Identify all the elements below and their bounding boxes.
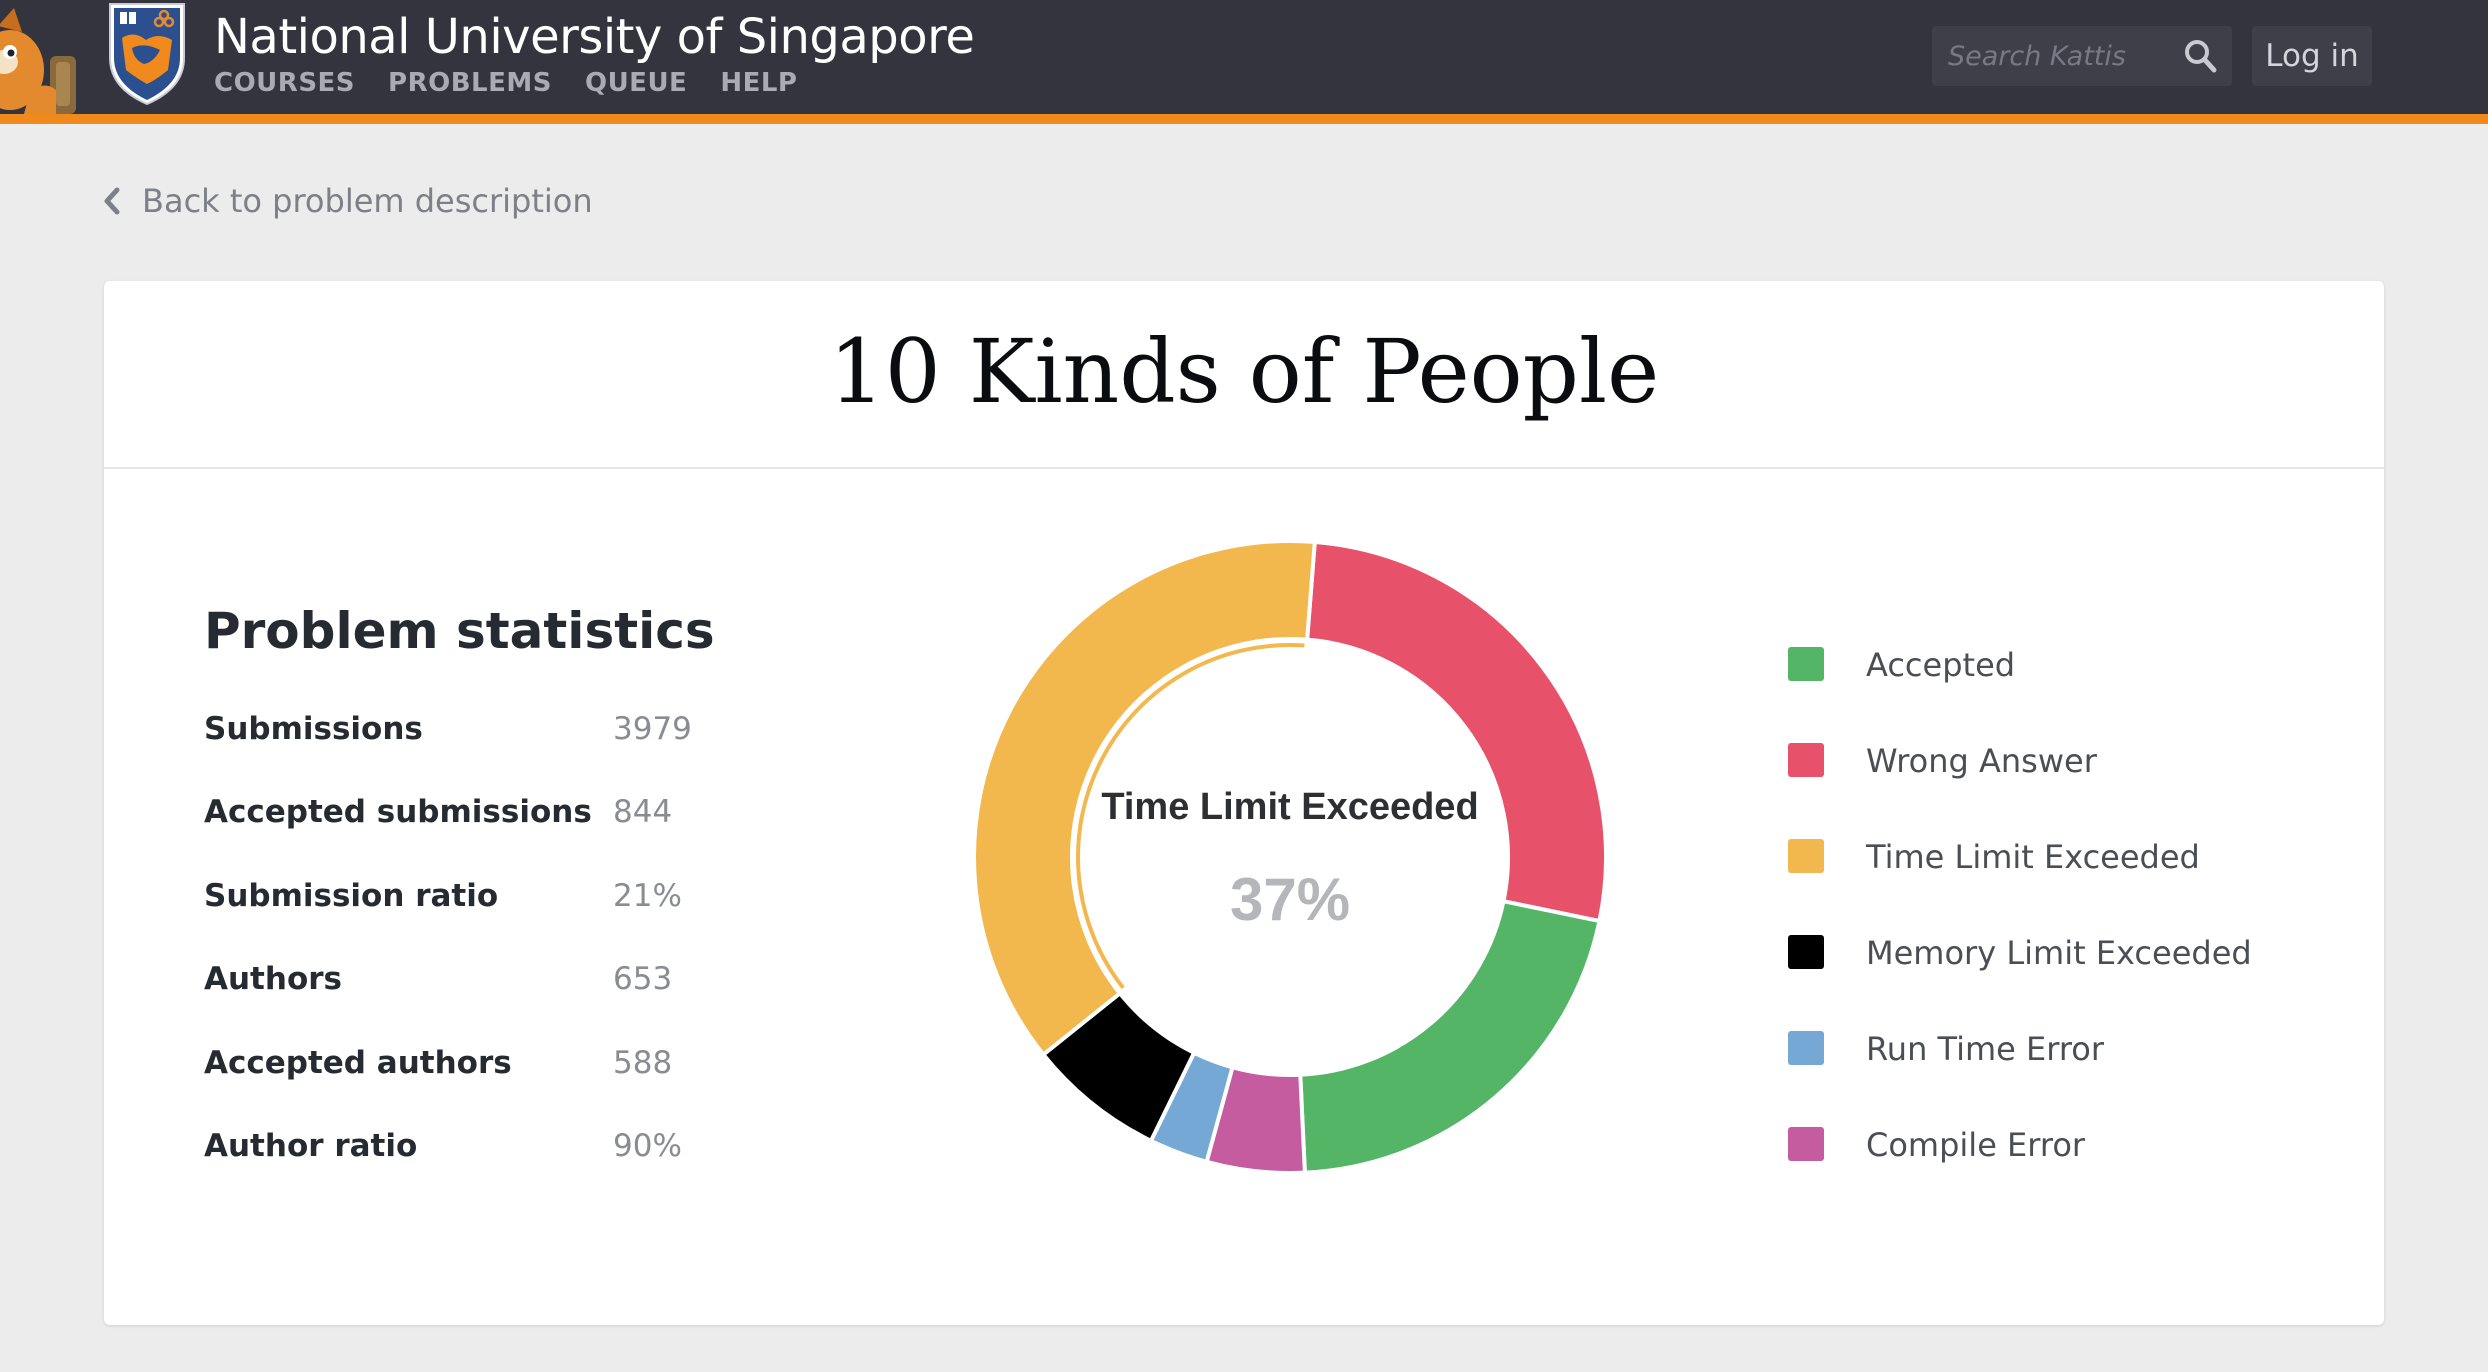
legend-swatch [1788,1127,1824,1161]
donut-slice-accepted[interactable] [1298,898,1602,1175]
legend-item[interactable]: Time Limit Exceeded [1788,833,2308,881]
legend-swatch [1788,839,1824,873]
nus-crest-logo[interactable] [104,0,190,106]
donut-center-label: Time Limit Exceeded [1101,786,1479,828]
legend-label: Run Time Error [1866,1030,2105,1068]
legend-label: Wrong Answer [1866,742,2097,780]
legend-item[interactable]: Memory Limit Exceeded [1788,929,2308,977]
legend-label: Memory Limit Exceeded [1866,934,2252,972]
stat-value: 588 [613,1045,673,1081]
kattis-mascot-icon[interactable] [0,0,100,114]
stat-value: 3979 [613,711,692,747]
stat-label: Author ratio [204,1128,418,1164]
nav-queue[interactable]: QUEUE [585,66,687,100]
back-to-problem-link[interactable]: Back to problem description [102,178,593,224]
stat-value: 653 [613,961,673,997]
donut-center-value: 37% [1229,866,1351,933]
legend-label: Compile Error [1866,1126,2086,1164]
problem-statistics-card: 10 Kinds of People Problem statistics Su… [104,281,2384,1325]
stat-value: 90% [613,1128,682,1164]
stat-label: Submissions [204,711,423,747]
legend-label: Time Limit Exceeded [1866,838,2200,876]
login-button[interactable]: Log in [2252,26,2372,86]
legend-swatch [1788,743,1824,777]
navbar-accent-stripe [0,114,2488,124]
legend-item[interactable]: Run Time Error [1788,1025,2308,1073]
search-input[interactable] [1932,26,2162,86]
stats-heading: Problem statistics [204,602,715,660]
stat-label: Authors [204,961,342,997]
stat-label: Submission ratio [204,878,499,914]
legend-swatch [1788,935,1824,969]
stat-label: Accepted authors [204,1045,512,1081]
card-divider [104,467,2384,469]
legend-label: Accepted [1866,646,2016,684]
nav-courses[interactable]: COURSES [214,66,355,100]
legend-item[interactable]: Compile Error [1788,1121,2308,1169]
back-link-label: Back to problem description [142,182,593,220]
verdict-donut-chart [972,539,1608,1175]
search-icon[interactable] [2184,38,2218,74]
nav-help[interactable]: HELP [720,66,797,100]
legend-swatch [1788,647,1824,681]
chevron-left-icon [104,187,120,215]
legend-item[interactable]: Accepted [1788,641,2308,689]
legend-swatch [1788,1031,1824,1065]
stat-value: 844 [613,794,673,830]
problem-title: 10 Kinds of People [828,320,1660,423]
nav-problems[interactable]: PROBLEMS [388,66,552,100]
top-navbar: National University of Singapore COURSES… [0,0,2488,114]
search-box [1932,26,2232,86]
stat-label: Accepted submissions [204,794,592,830]
site-title[interactable]: National University of Singapore [214,6,975,68]
legend-item[interactable]: Wrong Answer [1788,737,2308,785]
stat-value: 21% [613,878,682,914]
main-nav: COURSES PROBLEMS QUEUE HELP [214,66,797,100]
